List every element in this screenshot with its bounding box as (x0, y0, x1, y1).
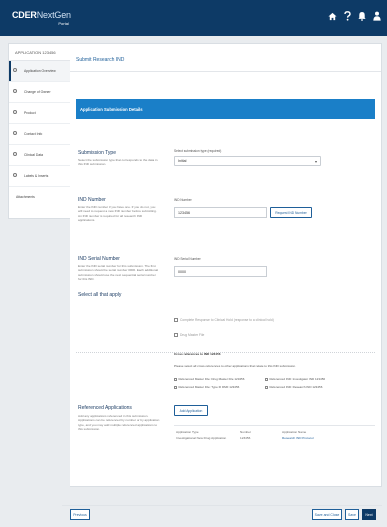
save-and-close-button[interactable]: Save and Close (312, 509, 342, 520)
submission-type-select[interactable]: Initial (174, 156, 321, 166)
checkbox-label: Referenced Master File: Type III DMF 123… (178, 385, 240, 389)
ind-number-label: IND Number (174, 198, 192, 202)
checkbox-icon (265, 385, 268, 389)
checkbox-label: Drug Master File (180, 333, 205, 337)
table-cell: 123456 (240, 436, 251, 440)
section-divider (76, 352, 375, 353)
table-cell: Investigational New Drug Application (176, 436, 227, 440)
radio-icon (13, 68, 17, 72)
top-bar: CDERNextGen Portal (0, 0, 387, 36)
cross-reference-desc: Please select all cross-references to ot… (174, 364, 296, 368)
sidebar-item-application-overview[interactable]: Application Overview (9, 61, 71, 82)
brand-subtitle: Portal (58, 21, 69, 26)
cross-ref-checkbox-2[interactable]: Referenced IND: Investigator IND 123456 (265, 377, 325, 381)
sidebar-item-label: Change of Owner (24, 90, 51, 94)
sidebar-item-label: Contact Info (24, 132, 43, 136)
table-header: Application Name (282, 430, 307, 434)
brand-title: CDERNextGen (12, 10, 71, 20)
sidebar-item-label: Labels & Inserts (24, 174, 49, 178)
submission-type-label: Select submission type (required) (174, 149, 222, 153)
sidebar-item-labels[interactable]: Labels & Inserts (9, 166, 71, 187)
sidebar-item-product[interactable]: Product (9, 103, 71, 124)
ind-serial-desc: Enter the IND serial number for this sub… (78, 264, 158, 282)
request-ind-number-button[interactable]: Request IND Number (270, 207, 312, 218)
footer-bar: Previous Save and Close Save Next (62, 505, 382, 520)
checkbox-label: Complete Response to Clinical Hold (resp… (180, 318, 274, 322)
checkbox-icon (174, 385, 177, 389)
sidebar: APPLICATION 123456 Application Overview … (8, 43, 72, 219)
user-icon[interactable] (373, 11, 381, 21)
checkbox-icon (174, 377, 177, 381)
add-application-button[interactable]: Add Application (174, 405, 208, 416)
save-button[interactable]: Save (345, 509, 359, 520)
page-title: Submit Research IND (76, 57, 125, 63)
ind-number-desc: Enter the IND number if you have one. If… (78, 205, 157, 223)
sidebar-heading: APPLICATION 123456 (9, 44, 71, 61)
ind-number-input[interactable]: 123456 (174, 207, 267, 218)
ind-serial-input[interactable]: 0000 (174, 266, 267, 277)
drug-master-file-checkbox[interactable]: Drug Master File (174, 333, 204, 337)
main-panel: Submit Research IND Application Submissi… (70, 43, 382, 487)
submission-type-title: Submission Type (78, 150, 116, 156)
ind-serial-label: IND Serial Number (174, 257, 201, 261)
radio-icon (13, 89, 17, 93)
sidebar-item-clinical-data[interactable]: Clinical Data (9, 145, 71, 166)
referenced-apps-title: Referenced Applications (78, 405, 132, 411)
sidebar-item-label: Attachments (16, 195, 35, 199)
cross-ref-checkbox-4[interactable]: Referenced IND: Research IND 123456 (265, 385, 322, 389)
applies-title: Select all that apply (78, 292, 122, 298)
table-header: Number (240, 430, 252, 434)
ind-serial-title: IND Serial Number (78, 256, 120, 262)
referenced-apps-desc: Add any applications referenced in this … (78, 414, 160, 432)
home-icon[interactable] (328, 12, 337, 21)
radio-icon (13, 173, 17, 177)
radio-icon (13, 110, 17, 114)
checkbox-icon (174, 333, 178, 337)
sidebar-item-change-of-owner[interactable]: Change of Owner (9, 82, 71, 103)
checkbox-icon (174, 318, 178, 322)
clinical-hold-checkbox[interactable]: Complete Response to Clinical Hold (resp… (174, 318, 274, 322)
portal-logo[interactable]: CDERNextGen Portal (12, 10, 71, 26)
cross-ref-checkbox-3[interactable]: Referenced Master File: Type III DMF 123… (174, 385, 239, 389)
sidebar-item-attachments[interactable]: Attachments (9, 187, 71, 207)
help-icon[interactable] (344, 11, 351, 21)
submission-type-desc: Select the submission type that correspo… (78, 158, 158, 167)
radio-icon (13, 152, 17, 156)
sidebar-item-label: Clinical Data (24, 153, 44, 157)
previous-button[interactable]: Previous (70, 509, 90, 520)
sidebar-item-label: Application Overview (24, 69, 56, 73)
referenced-apps-table: Application Type Number Application Name… (174, 425, 375, 440)
application-link[interactable]: Research IND Protocol (282, 436, 314, 440)
sidebar-item-label: Product (24, 111, 36, 115)
cross-ref-checkbox-1[interactable]: Referenced Master File: Drug Master File… (174, 377, 244, 381)
submission-type-value: Initial (178, 159, 187, 163)
table-header: Application Type (176, 430, 199, 434)
chevron-down-icon (315, 161, 317, 163)
ind-number-title: IND Number (78, 197, 106, 203)
section-banner: Application Submission Details (76, 99, 375, 119)
notifications-icon[interactable] (358, 11, 366, 21)
checkbox-icon (265, 377, 268, 381)
radio-icon (13, 131, 17, 135)
checkbox-label: Referenced IND: Investigator IND 123456 (269, 377, 326, 381)
checkbox-label: Referenced Master File: Drug Master File… (178, 377, 245, 381)
checkbox-label: Referenced IND: Research IND 123456 (269, 385, 323, 389)
title-divider (70, 71, 381, 72)
sidebar-item-contact-info[interactable]: Contact Info (9, 124, 71, 145)
next-button[interactable]: Next (362, 509, 376, 520)
